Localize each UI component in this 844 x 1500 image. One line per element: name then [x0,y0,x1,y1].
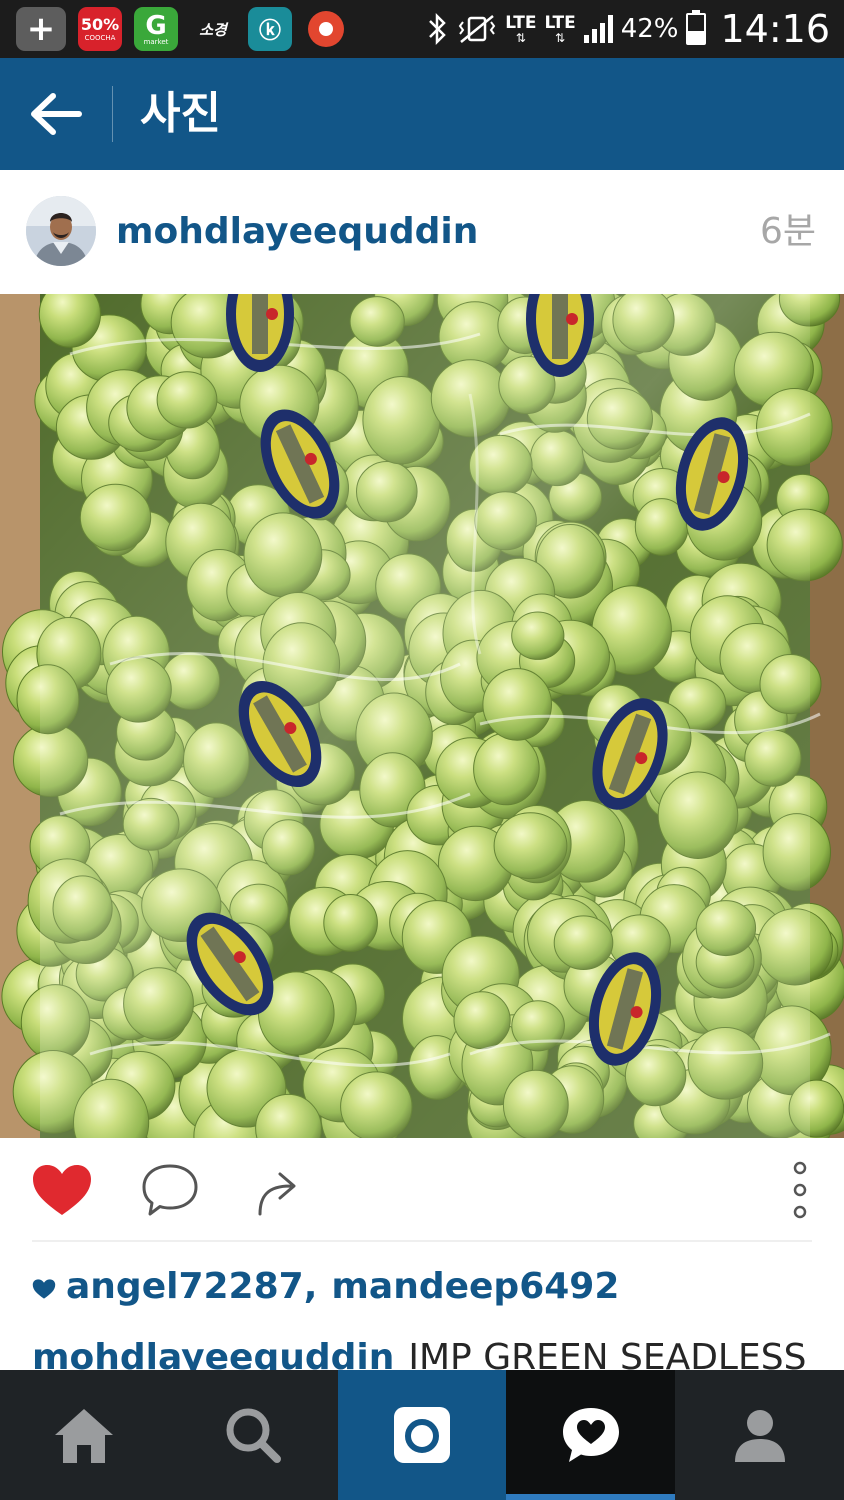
likers-separator: , [303,1265,318,1307]
share-arrow-icon [258,1172,296,1216]
lte-indicator: LTE ⇅ [544,13,576,45]
activity-heart-icon [562,1408,619,1462]
sojung-app-icon: 소경 [199,20,227,39]
arrow-left-icon [31,93,82,135]
heart-icon [33,1165,91,1215]
battery-icon [686,10,707,45]
post-photo[interactable] [0,294,844,1138]
system-indicators: LTE ⇅ LTE ⇅ 42% 14:16 [427,0,830,58]
more-vertical-icon [793,1161,807,1219]
liker-username[interactable]: mandeep6492 [331,1266,619,1307]
bluetooth-icon [429,12,446,46]
coocha-app-icon: 50% COOCHA [78,7,122,51]
caption-text: IMP GREEN SEADLESS [408,1337,807,1370]
signal-icon [583,15,613,43]
clock: 14:16 [720,7,830,51]
like-button[interactable] [30,1160,94,1220]
share-button[interactable] [246,1160,310,1220]
likes-row: angel72287 , mandeep6492 [32,1254,619,1318]
camera-icon [393,1407,450,1463]
post-header: mohdlayeequddin 6분 [0,170,844,294]
caption-username[interactable]: mohdlayeequddin [32,1337,394,1370]
liker-username[interactable]: angel72287 [66,1266,304,1307]
gmarket-app-icon: G market [134,7,178,51]
status-bar: + 50% COOCHA G market 소경 ⓚ LTE ⇅ LTE ⇅ 4… [0,0,844,58]
nav-tab-profile[interactable] [675,1370,844,1500]
back-button[interactable] [0,58,112,170]
teal-app-icon: ⓚ [248,7,292,51]
post-actions [0,1138,844,1240]
likes-heart-icon [32,1279,56,1299]
nav-tab-camera[interactable] [337,1370,507,1500]
app-header: 사진 [0,58,844,170]
battery-percent: 42% [620,14,679,44]
home-icon [55,1409,114,1463]
header-divider [112,86,113,142]
nav-tab-home[interactable] [0,1370,169,1500]
more-options-button[interactable] [768,1160,832,1220]
comment-bubble-icon [142,1164,198,1216]
nav-tab-activity[interactable] [506,1370,676,1500]
page-title: 사진 [140,88,221,139]
plus-app-icon: + [16,7,66,51]
recorder-app-icon [304,7,348,51]
bottom-nav [0,1370,844,1500]
search-icon [226,1408,282,1463]
wifi-lte-indicator: LTE ⇅ [505,13,537,45]
avatar[interactable] [26,196,96,266]
notification-icons: + 50% COOCHA G market 소경 ⓚ [16,7,348,51]
caption: mohdlayeequddin IMP GREEN SEADLESS [32,1330,832,1370]
post-username[interactable]: mohdlayeequddin [116,170,478,294]
vibrate-mute-icon [458,15,496,43]
nav-tab-search[interactable] [169,1370,338,1500]
profile-icon [734,1410,785,1462]
post-timestamp: 6분 [759,211,816,252]
comment-button[interactable] [138,1160,202,1220]
actions-divider [32,1240,812,1242]
